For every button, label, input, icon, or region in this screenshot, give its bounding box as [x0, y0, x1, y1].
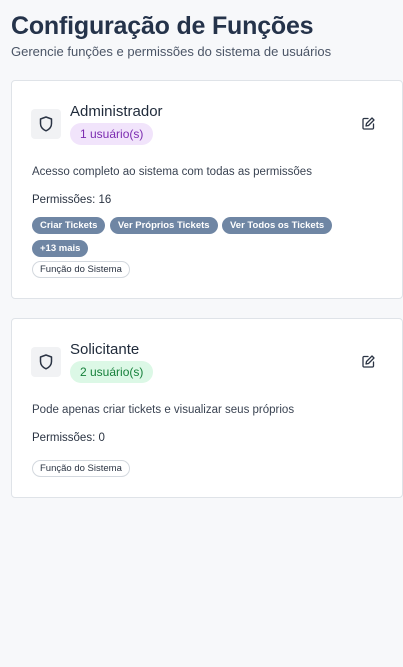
role-card-solicitante: Solicitante 2 usuário(s) Pode apenas cri… [11, 318, 403, 498]
role-description: Pode apenas criar tickets e visualizar s… [32, 404, 295, 416]
shield-icon [31, 347, 61, 377]
permission-chip: Ver Próprios Tickets [109, 217, 218, 234]
role-name: Solicitante [70, 341, 140, 358]
role-description: Acesso completo ao sistema com todas as … [32, 166, 312, 178]
edit-role-button[interactable] [360, 353, 376, 369]
page-title: Configuração de Funções [11, 12, 314, 40]
shield-icon [31, 109, 61, 139]
page-subtitle: Gerencie funções e permissões do sistema… [11, 44, 332, 59]
edit-icon [361, 354, 375, 368]
users-count-badge: 2 usuário(s) [70, 361, 154, 383]
permission-chip: Criar Tickets [32, 217, 106, 234]
more-permissions-chip: +13 mais [32, 240, 89, 257]
system-role-tag: Função do Sistema [32, 460, 130, 477]
permissions-count: Permissões: 16 [32, 194, 112, 206]
permissions-list: Criar Tickets Ver Próprios Tickets Ver T… [32, 215, 372, 261]
permissions-count: Permissões: 0 [32, 432, 105, 444]
edit-role-button[interactable] [360, 115, 376, 131]
role-name: Administrador [70, 103, 163, 120]
users-count-badge: 1 usuário(s) [70, 123, 154, 145]
page: Configuração de Funções Gerencie funções… [0, 0, 403, 60]
permission-chip: Ver Todos os Tickets [222, 217, 333, 234]
edit-icon [361, 116, 375, 130]
role-card-administrador: Administrador 1 usuário(s) Acesso comple… [11, 80, 403, 299]
system-role-tag: Função do Sistema [32, 261, 130, 278]
